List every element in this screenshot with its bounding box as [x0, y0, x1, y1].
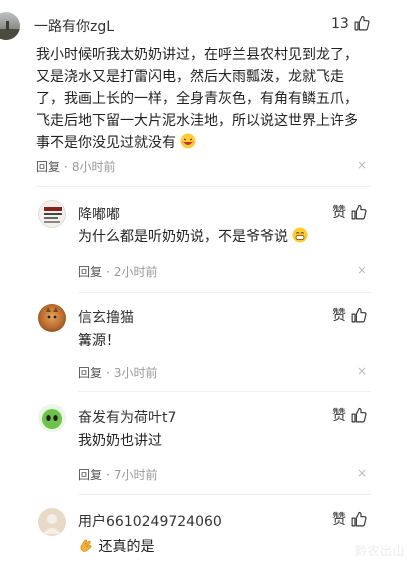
divider: [36, 186, 371, 187]
laughing-face-emoji: [180, 133, 196, 149]
reply-meta: 回复 · 2小时前: [78, 263, 157, 280]
reply-item: 降嘟嘟 赞 为什么都是听奶奶说，不是爷爷说 回复 · 2小时前 ×: [0, 190, 407, 290]
reply-button[interactable]: 回复: [78, 466, 102, 483]
avatar[interactable]: [38, 200, 66, 228]
divider: [78, 292, 371, 293]
reply-item: 信玄撸猫 赞 篝源！ 回复 · 3小时前 ×: [0, 296, 407, 396]
timestamp: 7小时前: [113, 468, 158, 482]
book-cover-avatar-icon: [44, 207, 62, 223]
reply-item: 用户6610249724060 赞 还真的是: [0, 498, 407, 565]
close-icon[interactable]: ×: [357, 263, 367, 277]
separator-dot: ·: [106, 365, 110, 380]
reply-meta: 回复 · 3小时前: [78, 364, 157, 381]
avatar[interactable]: [38, 508, 66, 536]
separator-dot: ·: [106, 467, 110, 482]
comment-text: 我小时候听我太奶奶讲过，在呼兰县农村见到龙了，又是浇水又是打雷闪电，然后大雨瓢泼…: [36, 47, 358, 151]
like-button[interactable]: 赞: [332, 202, 367, 222]
reply-button[interactable]: 回复: [78, 263, 102, 280]
like-button[interactable]: 赞: [332, 305, 367, 325]
username[interactable]: 信玄撸猫: [78, 307, 134, 327]
reply-item: 奋发有为荷叶t7 赞 我奶奶也讲过 回复 · 7小时前 ×: [0, 394, 407, 494]
thumbs-up-icon: [351, 307, 367, 322]
close-icon[interactable]: ×: [357, 158, 367, 172]
green-character-avatar-icon: [42, 409, 62, 429]
default-user-avatar-icon: [43, 514, 61, 534]
reply-text: 我奶奶也讲过: [78, 433, 162, 449]
reply-button[interactable]: 回复: [36, 158, 60, 175]
separator-dot: ·: [64, 159, 68, 174]
watermark: 黔农出山: [354, 544, 405, 558]
like-button[interactable]: 13: [331, 15, 370, 32]
close-icon[interactable]: ×: [357, 466, 367, 480]
avatar[interactable]: [38, 404, 66, 432]
like-label: 赞: [332, 205, 346, 221]
username[interactable]: 一路有你zgL: [34, 16, 114, 36]
timestamp: 8小时前: [71, 160, 116, 174]
reply-meta: 回复 · 7小时前: [78, 466, 157, 483]
divider: [78, 494, 371, 495]
like-label: 赞: [332, 308, 346, 324]
landscape-avatar-icon: [0, 21, 20, 40]
like-label: 赞: [332, 408, 346, 424]
comment-meta: 回复 · 8小时前: [36, 158, 115, 175]
cat-avatar-icon: [46, 307, 58, 319]
username[interactable]: 奋发有为荷叶t7: [78, 407, 176, 427]
thumbs-up-icon: [351, 407, 367, 422]
like-count: 13: [331, 15, 349, 32]
reply-text: 为什么都是听奶奶说，不是爷爷说: [78, 226, 368, 248]
timestamp: 2小时前: [113, 265, 158, 279]
thumbs-up-icon: [351, 511, 367, 526]
clapping-hands-emoji: [80, 539, 92, 552]
like-button[interactable]: 赞: [332, 509, 367, 529]
separator-dot: ·: [106, 264, 110, 279]
like-label: 赞: [332, 512, 346, 528]
username[interactable]: 用户6610249724060: [78, 511, 222, 531]
avatar[interactable]: [0, 12, 20, 40]
divider: [78, 391, 371, 392]
grinning-face-emoji: [292, 227, 308, 243]
close-icon[interactable]: ×: [357, 364, 367, 378]
like-button[interactable]: 赞: [332, 405, 367, 425]
thumbs-up-icon: [354, 15, 370, 31]
timestamp: 3小时前: [113, 366, 158, 380]
avatar[interactable]: [38, 304, 66, 332]
reply-text: 篝源！: [78, 333, 120, 349]
reply-text: 还真的是: [78, 536, 368, 558]
thumbs-up-icon: [351, 204, 367, 219]
reply-button[interactable]: 回复: [78, 364, 102, 381]
main-comment: 一路有你zgL 13 我小时候听我太奶奶讲过，在呼兰县农村见到龙了，又是浇水又是…: [0, 0, 407, 180]
username[interactable]: 降嘟嘟: [78, 204, 120, 224]
